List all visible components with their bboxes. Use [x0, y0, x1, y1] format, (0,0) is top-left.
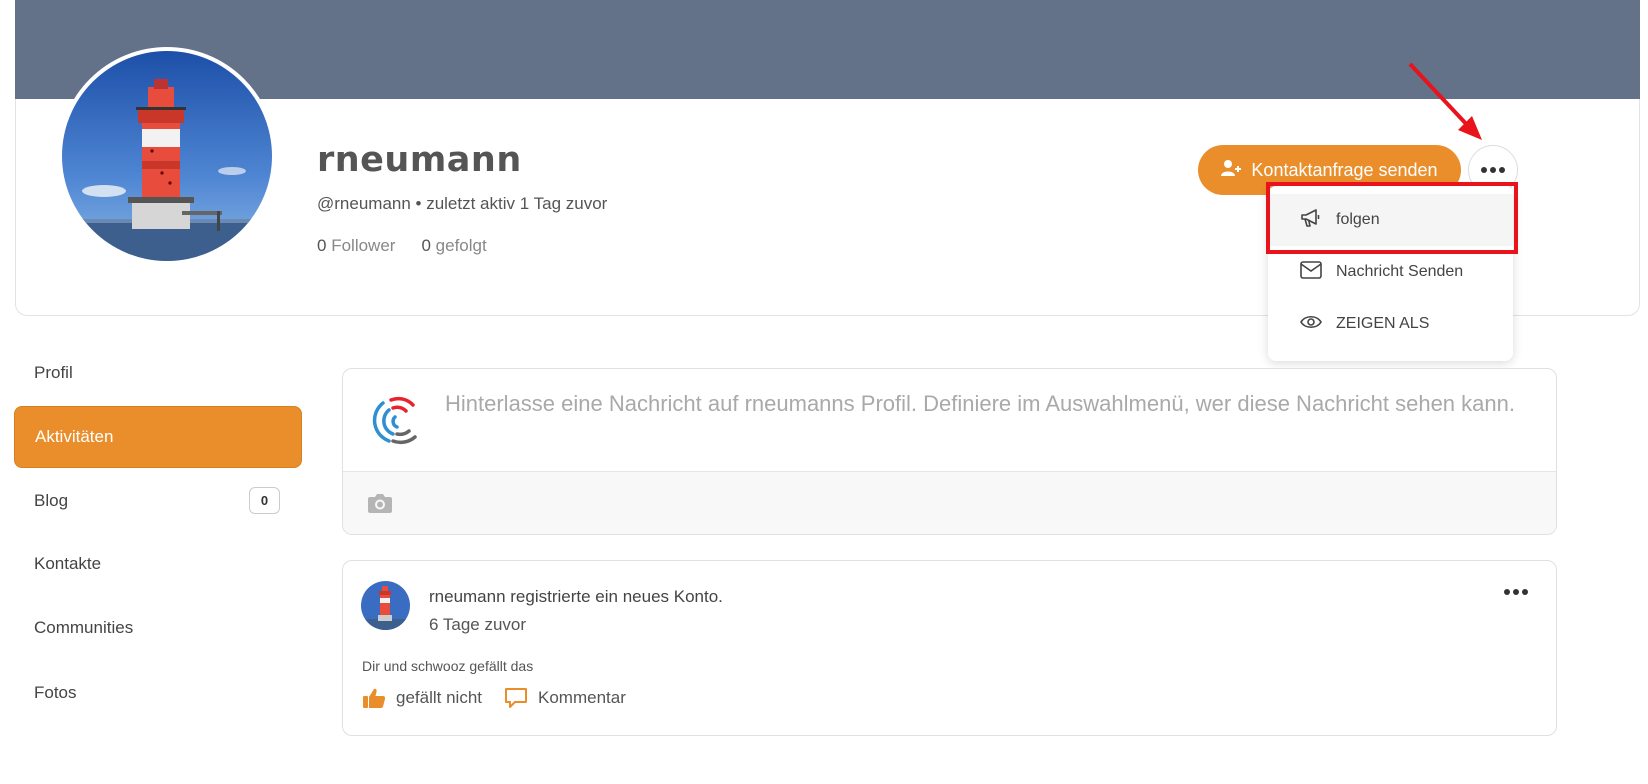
dropdown-item-label: ZEIGEN ALS: [1336, 315, 1430, 332]
activity-avatar[interactable]: [361, 581, 410, 630]
blog-count-badge: 0: [249, 487, 280, 514]
add-user-icon: [1221, 159, 1242, 182]
followers-link[interactable]: 0 Follower: [317, 236, 395, 256]
profile-meta: @rneumann • zuletzt aktiv 1 Tag zuvor: [317, 194, 608, 213]
sidebar-item-label: Fotos: [34, 683, 77, 702]
thumbs-up-icon: [363, 688, 386, 708]
cover-image: [15, 0, 1640, 99]
megaphone-icon: [1300, 208, 1322, 233]
activity-time: 6 Tage zuvor: [429, 615, 527, 634]
followers-count: 0: [317, 236, 327, 255]
activity-item: rneumann registrierte ein neues Konto. 6…: [342, 560, 1557, 736]
sidebar-item-blog[interactable]: Blog 0: [14, 470, 302, 532]
sidebar-item-label: Blog: [34, 491, 69, 510]
profile-avatar[interactable]: [58, 47, 276, 265]
unlike-label: gefällt nicht: [396, 688, 482, 707]
comment-icon: [505, 688, 527, 708]
sidebar-item-label: Kontakte: [34, 554, 102, 573]
more-dots-icon: [1481, 167, 1505, 173]
activity-more-icon[interactable]: [1504, 589, 1528, 595]
following-count: 0: [421, 236, 431, 255]
dropdown-item-label: folgen: [1336, 211, 1380, 228]
following-label: gefolgt: [435, 236, 487, 255]
sidebar-item-label: Communities: [34, 618, 134, 637]
comment-button[interactable]: Kommentar: [504, 687, 626, 709]
camera-icon[interactable]: [367, 492, 393, 514]
sidebar-item-profil[interactable]: Profil: [14, 342, 302, 404]
composer-toolbar: [343, 471, 1556, 534]
profile-username: rneumann: [317, 140, 522, 180]
sidebar-item-label: Profil: [34, 363, 73, 382]
composer-input-area[interactable]: Hinterlasse eine Nachricht auf rneumanns…: [343, 369, 1556, 471]
profile-page: rneumann @rneumann • zuletzt aktiv 1 Tag…: [0, 0, 1648, 784]
sidebar-item-aktivitaeten[interactable]: Aktivitäten: [14, 406, 302, 468]
comment-label: Kommentar: [538, 688, 626, 707]
following-link[interactable]: 0 gefolgt: [421, 236, 486, 256]
status-composer: Hinterlasse eine Nachricht auf rneumanns…: [342, 368, 1557, 535]
activity-text: rneumann registrierte ein neues Konto.: [429, 587, 723, 606]
sidebar-item-kontakte[interactable]: Kontakte: [14, 533, 302, 595]
activity-likes[interactable]: Dir und schwooz gefällt das: [362, 658, 533, 674]
dropdown-item-view-as[interactable]: ZEIGEN ALS: [1268, 298, 1513, 350]
envelope-icon: [1300, 260, 1322, 284]
dropdown-item-follow[interactable]: folgen: [1268, 194, 1513, 246]
followers-label: Follower: [331, 236, 396, 255]
unlike-button[interactable]: gefällt nicht: [362, 687, 482, 709]
sidebar-item-label: Aktivitäten: [35, 427, 114, 446]
sidebar-item-fotos[interactable]: Fotos: [14, 662, 302, 724]
dropdown-item-send-message[interactable]: Nachricht Senden: [1268, 246, 1513, 298]
composer-placeholder[interactable]: Hinterlasse eine Nachricht auf rneumanns…: [445, 386, 1535, 421]
dropdown-item-label: Nachricht Senden: [1336, 263, 1464, 280]
profile-options-dropdown: folgen Nachricht Senden ZEIGEN ALS: [1268, 186, 1513, 361]
eye-icon: [1300, 314, 1322, 335]
site-logo-icon: [372, 396, 417, 445]
activity-actions: gefällt nicht Kommentar: [362, 687, 648, 709]
sidebar-item-communities[interactable]: Communities: [14, 597, 302, 659]
follow-stats: 0 Follower 0 gefolgt: [317, 236, 487, 256]
contact-request-label: Kontaktanfrage senden: [1251, 159, 1438, 180]
